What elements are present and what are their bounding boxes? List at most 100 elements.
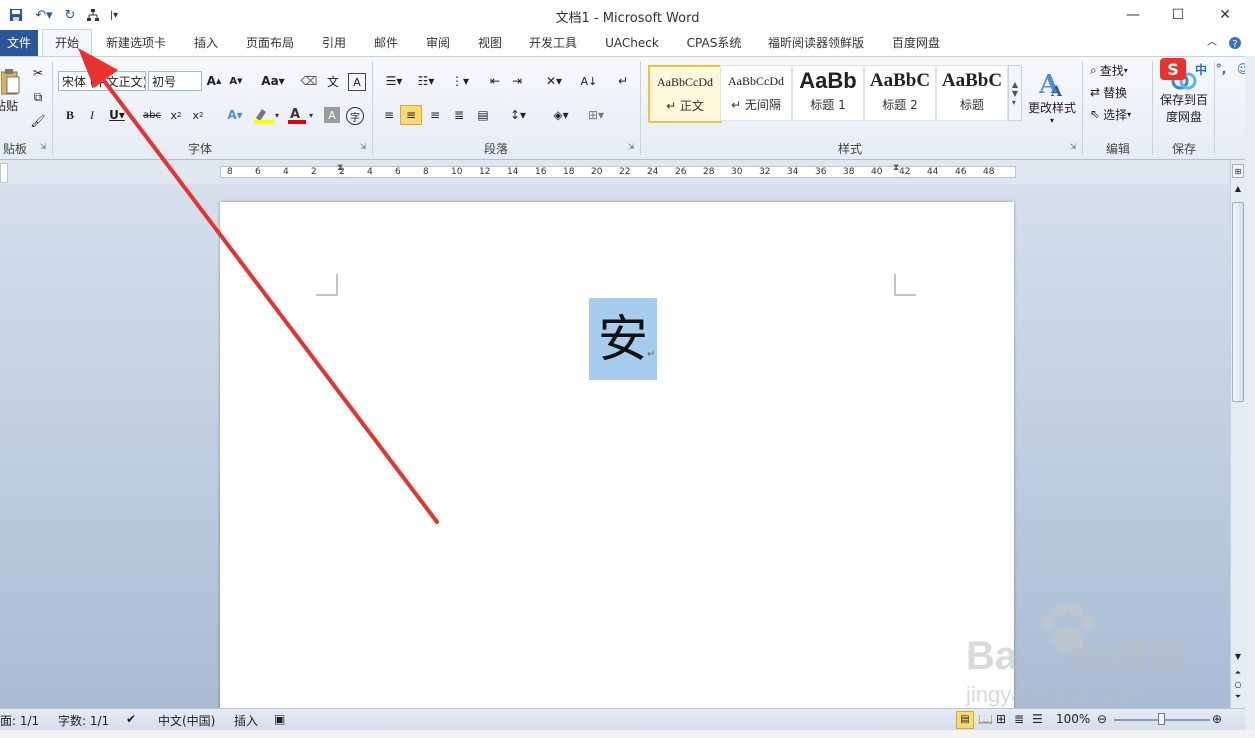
ruler-toggle-icon[interactable]: ⊞ bbox=[1232, 164, 1244, 178]
distributed-icon[interactable]: ▤ bbox=[474, 107, 492, 123]
font-launcher-icon[interactable]: ⇲ bbox=[358, 141, 368, 151]
style-title[interactable]: AaBbC 标题 bbox=[936, 65, 1008, 121]
find-button[interactable]: ⌕ 查找 ▾ bbox=[1090, 61, 1154, 79]
bullets-icon[interactable]: ☰▾ bbox=[380, 73, 408, 89]
subscript-icon[interactable]: x2 bbox=[168, 107, 184, 123]
style-normal[interactable]: AaBbCcDd ↵ 正文 bbox=[648, 65, 722, 123]
change-styles-button[interactable]: AA 更改样式 ▾ bbox=[1026, 61, 1078, 133]
right-indent-marker-icon[interactable]: ⧗ bbox=[893, 163, 899, 173]
select-button[interactable]: ⇖ 选择 ▾ bbox=[1090, 105, 1154, 123]
tab-new-tab[interactable]: 新建选项卡 bbox=[96, 30, 176, 56]
prev-page-icon[interactable]: ⏶ bbox=[1232, 668, 1244, 680]
styles-scroll-icon[interactable]: ▲ ▼ ▾ bbox=[1008, 65, 1022, 121]
tab-file[interactable]: 文件 bbox=[0, 30, 38, 56]
strikethrough-icon[interactable]: abc bbox=[140, 107, 164, 123]
print-layout-icon[interactable]: ▤ bbox=[956, 711, 974, 729]
text-effects-icon[interactable]: A▾ bbox=[222, 107, 248, 123]
tab-page-layout[interactable]: 页面布局 bbox=[236, 30, 304, 56]
scroll-down-icon[interactable]: ▼ bbox=[1232, 652, 1244, 666]
ime-language-toggle[interactable]: 中 bbox=[1192, 60, 1210, 78]
tab-developer[interactable]: 开发工具 bbox=[520, 30, 586, 56]
font-color-icon[interactable]: A ▾ bbox=[286, 105, 316, 125]
tab-home[interactable]: 开始 bbox=[42, 29, 92, 57]
italic-icon[interactable]: I bbox=[84, 107, 100, 123]
outline-icon[interactable]: ≣ bbox=[1014, 712, 1024, 726]
style-heading-1[interactable]: AaBb 标题 1 bbox=[792, 65, 864, 121]
indent-marker-icon[interactable]: ⧗ bbox=[337, 163, 343, 173]
tab-references[interactable]: 引用 bbox=[312, 30, 356, 56]
clipboard-launcher-icon[interactable]: ⇲ bbox=[38, 141, 48, 151]
zoom-slider-handle[interactable] bbox=[1158, 713, 1165, 725]
grow-font-icon[interactable]: A ▲ bbox=[206, 73, 222, 89]
sogou-ime-icon[interactable]: S bbox=[1160, 58, 1186, 80]
highlight-icon[interactable]: ▾ bbox=[252, 105, 282, 125]
sort-icon[interactable]: A↓ bbox=[580, 73, 598, 89]
style-no-spacing[interactable]: AaBbCcDd ↵ 无间隔 bbox=[720, 65, 792, 121]
close-button[interactable]: ✕ bbox=[1202, 0, 1248, 30]
minimize-button[interactable]: — bbox=[1110, 0, 1156, 30]
borders-icon[interactable]: ⊞▾ bbox=[582, 107, 610, 123]
char-border-icon[interactable]: A bbox=[348, 73, 366, 91]
tab-uacheck[interactable]: UACheck bbox=[596, 30, 668, 56]
show-marks-icon[interactable]: ↵ bbox=[614, 73, 632, 89]
cut-icon[interactable]: ✂ bbox=[30, 65, 46, 81]
numbering-icon[interactable]: ☷▾ bbox=[412, 73, 440, 89]
zoom-level[interactable]: 100% bbox=[1056, 712, 1090, 726]
browse-object-icon[interactable]: ○ bbox=[1232, 680, 1244, 692]
next-page-icon[interactable]: ⏷ bbox=[1232, 692, 1244, 704]
bold-icon[interactable]: B bbox=[62, 107, 78, 123]
zoom-in-icon[interactable]: ⊕ bbox=[1212, 712, 1222, 726]
reading-layout-icon[interactable]: 📖 bbox=[978, 712, 993, 726]
align-left-icon[interactable]: ≡ bbox=[380, 107, 398, 123]
align-center-icon[interactable]: ≡ bbox=[400, 105, 422, 125]
shading-icon[interactable]: ◈▾ bbox=[546, 107, 576, 123]
format-painter-icon[interactable]: 🖌 bbox=[30, 113, 46, 129]
tab-insert[interactable]: 插入 bbox=[184, 30, 228, 56]
tab-cpas[interactable]: CPAS系统 bbox=[676, 30, 752, 56]
selected-text[interactable]: 安 bbox=[589, 298, 657, 380]
macro-record-icon[interactable]: ▣ bbox=[274, 712, 285, 726]
maximize-button[interactable]: ☐ bbox=[1155, 0, 1201, 30]
ime-punct-toggle[interactable]: °, bbox=[1212, 60, 1230, 78]
enclose-char-icon[interactable]: 字 bbox=[346, 107, 364, 125]
decrease-indent-icon[interactable]: ⇤ bbox=[486, 73, 504, 89]
tab-selector[interactable] bbox=[0, 163, 8, 183]
align-right-icon[interactable]: ≡ bbox=[426, 107, 444, 123]
language-indicator[interactable]: 中文(中国) bbox=[158, 712, 215, 729]
multilevel-list-icon[interactable]: ⋮▾ bbox=[446, 73, 474, 89]
insert-mode[interactable]: 插入 bbox=[234, 712, 258, 729]
scroll-up-icon[interactable]: ▲ bbox=[1232, 184, 1244, 198]
document-page[interactable]: 安 ↵ bbox=[220, 202, 1014, 722]
phonetic-guide-icon[interactable]: 文 bbox=[324, 73, 342, 89]
page-count[interactable]: 面: 1/1 bbox=[0, 712, 39, 729]
tab-foxit[interactable]: 福昕阅读器领鲜版 bbox=[760, 30, 872, 56]
char-shading-icon[interactable]: A bbox=[324, 107, 340, 123]
line-spacing-icon[interactable]: ↕▾ bbox=[504, 107, 532, 123]
web-layout-icon[interactable]: ⊞ bbox=[996, 712, 1006, 726]
style-heading-2[interactable]: AaBbC 标题 2 bbox=[864, 65, 936, 121]
superscript-icon[interactable]: x2 bbox=[190, 107, 206, 123]
proofing-icon[interactable]: ✔ bbox=[126, 712, 136, 726]
change-case-button[interactable]: Aa ▾ bbox=[260, 73, 286, 89]
tab-review[interactable]: 审阅 bbox=[416, 30, 460, 56]
scroll-thumb[interactable] bbox=[1232, 202, 1244, 402]
horizontal-ruler[interactable]: 8 6 4 2 2 4 6 8 10 12 14 16 18 20 22 24 26 28 30 32 34 36 38 40… bbox=[220, 163, 1016, 178]
word-count[interactable]: 字数: 1/1 bbox=[58, 712, 109, 729]
paragraph-launcher-icon[interactable]: ⇲ bbox=[626, 141, 636, 151]
vertical-scrollbar[interactable]: ⊞ ▲ ▼ ⏶ ○ ⏷ bbox=[1230, 160, 1246, 708]
font-name-select[interactable]: 宋体 (中文正文) bbox=[58, 71, 146, 91]
zoom-out-icon[interactable]: ⊖ bbox=[1097, 712, 1107, 726]
draft-icon[interactable]: ☰ bbox=[1032, 712, 1043, 726]
tab-baidu-netdisk[interactable]: 百度网盘 bbox=[882, 30, 950, 56]
clear-format-icon[interactable]: ⌫ bbox=[300, 73, 318, 89]
replace-button[interactable]: ⇄ 替换 bbox=[1090, 83, 1154, 101]
chinese-layout-icon[interactable]: ✕▾ bbox=[540, 73, 568, 89]
underline-icon[interactable]: U▾ bbox=[106, 107, 128, 123]
shrink-font-icon[interactable]: A ▼ bbox=[228, 73, 244, 89]
increase-indent-icon[interactable]: ⇥ bbox=[508, 73, 526, 89]
justify-icon[interactable]: ≣ bbox=[450, 107, 468, 123]
tab-view[interactable]: 视图 bbox=[468, 30, 512, 56]
copy-icon[interactable]: ⧉ bbox=[30, 89, 46, 105]
font-size-select[interactable]: 初号 bbox=[148, 71, 202, 91]
styles-launcher-icon[interactable]: ⇲ bbox=[1068, 141, 1078, 151]
